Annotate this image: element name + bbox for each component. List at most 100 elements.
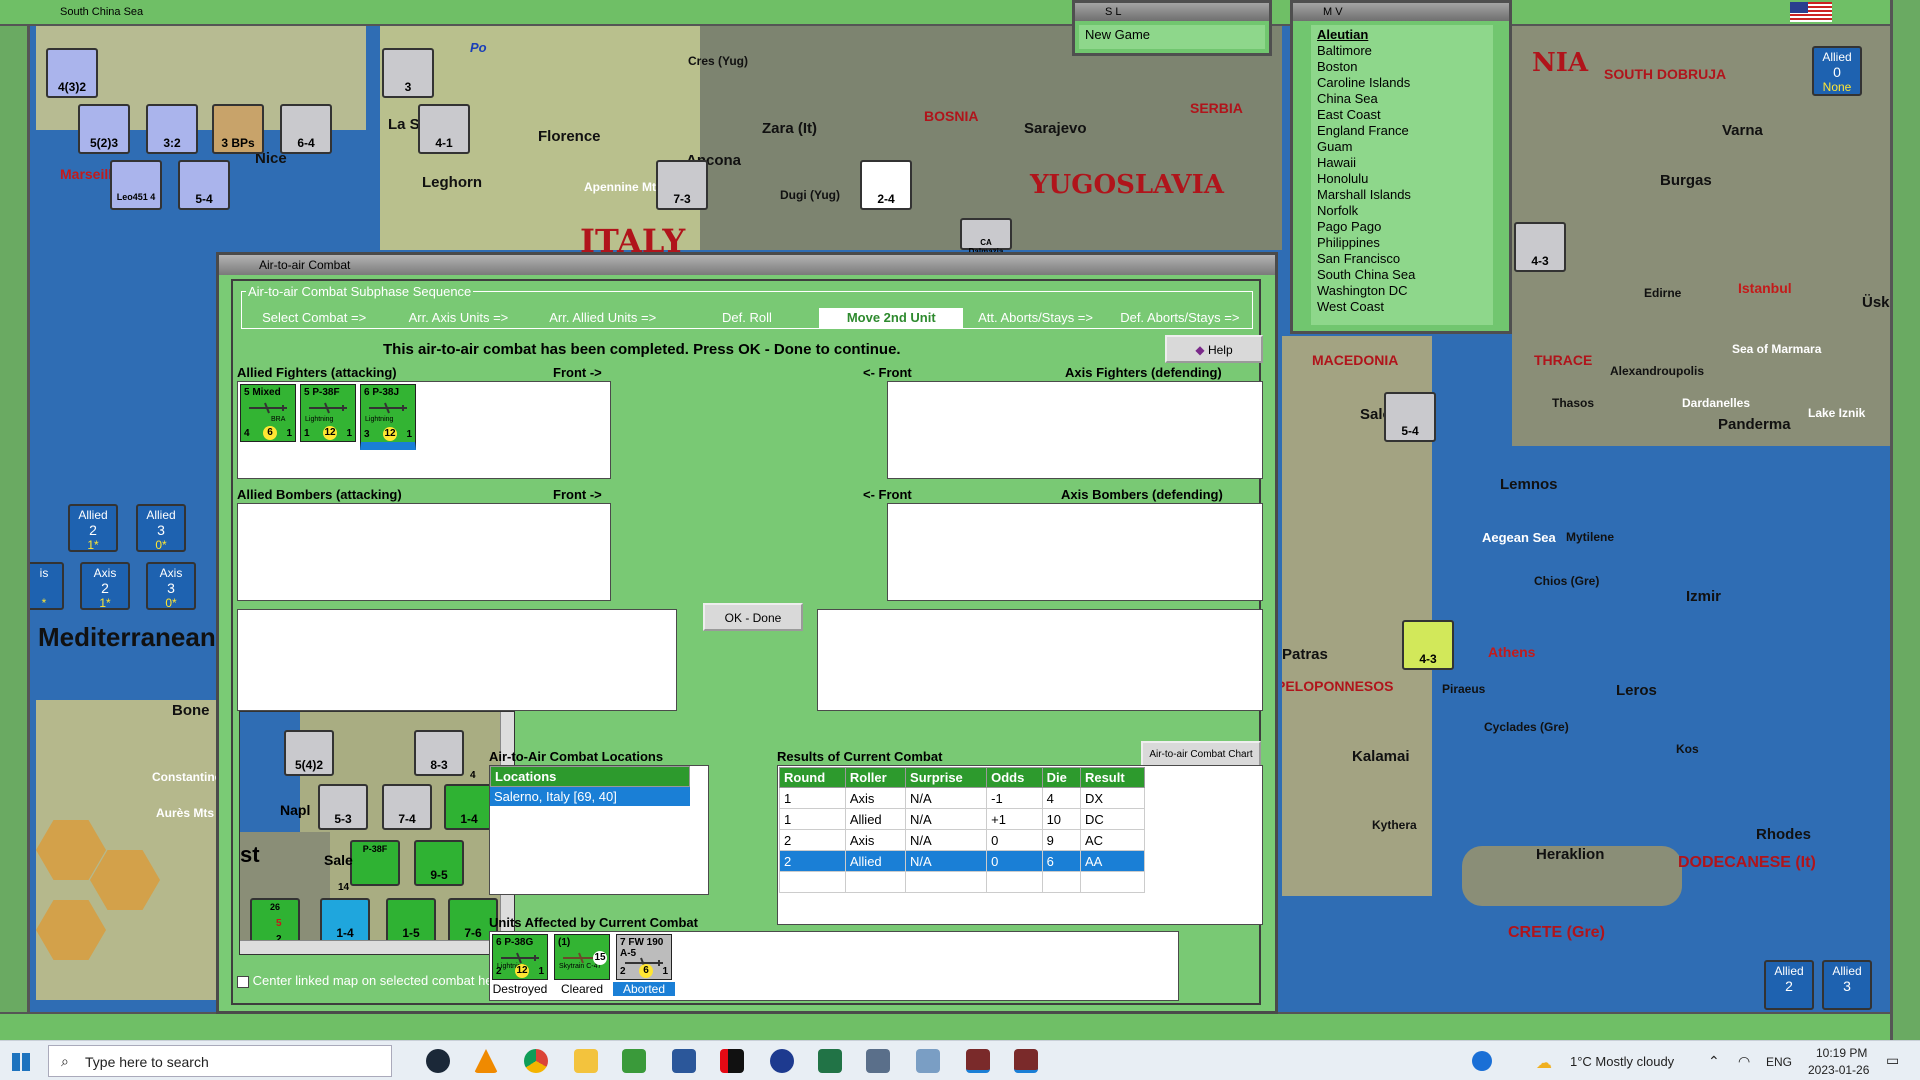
map-counter[interactable]: 3 — [382, 48, 434, 98]
windows-start-icon[interactable] — [12, 1053, 30, 1071]
network-icon[interactable]: ◠ — [1738, 1053, 1750, 1070]
minimap-counter[interactable]: P-38F — [350, 840, 400, 886]
mv-item[interactable]: Baltimore — [1317, 43, 1487, 59]
map-counter[interactable]: 4-1 — [418, 104, 470, 154]
fighter-unit[interactable]: 5 Mixed BRA 4 6 1 — [240, 384, 296, 442]
locations-list[interactable]: Locations Salerno, Italy [69, 40] — [489, 765, 709, 895]
clock-time[interactable]: 10:19 PM — [1816, 1046, 1867, 1060]
mv-item[interactable]: Hawaii — [1317, 155, 1487, 171]
plane-icon — [249, 402, 287, 414]
map-counter[interactable]: 5(2)3 — [78, 104, 130, 154]
minimap-counter[interactable]: 5-3 — [318, 784, 368, 830]
fighter-unit-selected[interactable]: 6 P-38J Lightning 3 12 1 — [360, 384, 416, 450]
help-tray-icon[interactable] — [1472, 1051, 1492, 1071]
axis-bombers-box[interactable] — [887, 503, 1263, 601]
map-counter[interactable]: Leo451 4 — [110, 160, 162, 210]
steam-icon[interactable] — [426, 1049, 450, 1073]
minimap-counter[interactable]: 9-5 — [414, 840, 464, 886]
help-button[interactable]: ◆ Help — [1165, 335, 1263, 363]
map-counter[interactable]: 2-4 — [860, 160, 912, 210]
minimap-counter[interactable]: 1-4 — [320, 898, 370, 944]
mv-item[interactable]: Philippines — [1317, 235, 1487, 251]
map-counter[interactable]: CA Dalmazia — [960, 218, 1012, 256]
map-counter[interactable]: 4(3)2 — [46, 48, 98, 98]
game-icon-2[interactable] — [1014, 1049, 1038, 1073]
axis-fighters-box[interactable] — [887, 381, 1263, 479]
table-row-selected[interactable]: 2 Allied N/A 0 6 AA — [779, 850, 1146, 872]
map-counter[interactable]: 5-4 — [1384, 392, 1436, 442]
calculator-icon[interactable] — [866, 1049, 890, 1073]
map-counter[interactable]: 7-3 — [656, 160, 708, 210]
file-explorer-icon[interactable] — [574, 1049, 598, 1073]
editor-icon[interactable] — [622, 1049, 646, 1073]
map-counter[interactable]: 4-3 — [1402, 620, 1454, 670]
disney-icon[interactable] — [770, 1049, 794, 1073]
excel-icon[interactable] — [818, 1049, 842, 1073]
minimap-counter[interactable]: 8-3 — [414, 730, 464, 776]
weather-text[interactable]: 1°C Mostly cloudy — [1570, 1054, 1674, 1069]
mv-item[interactable]: San Francisco — [1317, 251, 1487, 267]
combat-chart-button[interactable]: Air-to-air Combat Chart — [1141, 741, 1261, 767]
notification-icon[interactable]: ▭ — [1886, 1052, 1899, 1069]
new-game-item[interactable]: New Game — [1085, 27, 1259, 43]
minimap-counter[interactable]: 5(4)2 — [284, 730, 334, 776]
allied-bombers-box[interactable] — [237, 503, 611, 601]
allied-fighters-box[interactable]: 5 Mixed BRA 4 6 1 5 P-38F Lightning 1 12… — [237, 381, 611, 479]
map-counter[interactable]: 6-4 — [280, 104, 332, 154]
linked-minimap[interactable]: 5(4)2 8-3 5-3 7-4 1-4 9-5 1-4 1-5 7-6 P-… — [239, 711, 515, 955]
mv-item[interactable]: Aleutian — [1317, 27, 1487, 43]
mv-item[interactable]: Washington DC — [1317, 283, 1487, 299]
front-right-label-2: Front -> — [553, 487, 602, 502]
table-row[interactable]: 2 Axis N/A 0 9 AC — [779, 829, 1146, 851]
table-row[interactable]: 1 Axis N/A -1 4 DX — [779, 787, 1146, 809]
mv-item[interactable]: South China Sea — [1317, 267, 1487, 283]
mv-item[interactable]: Norfolk — [1317, 203, 1487, 219]
map-counter[interactable]: 3:2 — [146, 104, 198, 154]
minimap-counter[interactable]: 1-4 — [444, 784, 494, 830]
affected-unit[interactable]: 7 FW 190 A-5 2 6 1 — [616, 934, 672, 980]
affected-unit[interactable]: 6 P-38G Lightning 2 12 1 — [492, 934, 548, 980]
affected-unit[interactable]: (1) Skytrain C-47 15 — [554, 934, 610, 980]
units-affected-box[interactable]: 6 P-38G Lightning 2 12 1 Destroyed (1) S… — [489, 931, 1179, 1001]
location-item[interactable]: Salerno, Italy [69, 40] — [490, 787, 690, 806]
weather-icon[interactable]: ☁ — [1536, 1053, 1552, 1073]
unit-top: (1) — [558, 937, 571, 948]
allied-message-box — [237, 609, 677, 711]
unit-sub: BRA — [271, 416, 286, 423]
map-counter[interactable]: 5-4 — [178, 160, 230, 210]
mv-item[interactable]: England France — [1317, 123, 1487, 139]
game-icon[interactable] — [966, 1049, 990, 1073]
mv-item[interactable]: East Coast — [1317, 107, 1487, 123]
clock-date[interactable]: 2023-01-26 — [1808, 1063, 1869, 1077]
mv-item[interactable]: Boston — [1317, 59, 1487, 75]
flag-icon[interactable] — [1790, 2, 1832, 22]
chevron-up-icon[interactable]: ⌃ — [1708, 1053, 1720, 1070]
minimap-counter[interactable]: 26 — [250, 898, 300, 944]
app-window-icon[interactable] — [916, 1049, 940, 1073]
mv-item[interactable]: West Coast — [1317, 299, 1487, 315]
fighter-unit[interactable]: 5 P-38F Lightning 1 12 1 — [300, 384, 356, 442]
language-indicator[interactable]: ENG — [1766, 1055, 1792, 1069]
mv-item[interactable]: Pago Pago — [1317, 219, 1487, 235]
vlc-icon[interactable] — [474, 1049, 498, 1073]
minimap-counter[interactable]: 1-5 — [386, 898, 436, 944]
axis-box: Axis 2 1* — [80, 562, 130, 610]
netflix-icon[interactable] — [720, 1049, 744, 1073]
mv-item[interactable]: Guam — [1317, 139, 1487, 155]
center-link-checkbox-row[interactable]: Center linked map on selected combat hex — [237, 973, 499, 988]
center-link-checkbox[interactable] — [237, 975, 249, 988]
minimap-scrollbar-h[interactable] — [240, 940, 502, 954]
chrome-icon[interactable] — [524, 1049, 548, 1073]
mv-item[interactable]: China Sea — [1317, 91, 1487, 107]
word-icon[interactable] — [672, 1049, 696, 1073]
mv-item[interactable]: Honolulu — [1317, 171, 1487, 187]
map-counter[interactable]: 4-3 — [1514, 222, 1566, 272]
supply-counter[interactable]: 3 BPs — [212, 104, 264, 154]
mv-item[interactable]: Caroline Islands — [1317, 75, 1487, 91]
mv-panel: M V Aleutian Baltimore Boston Caroline I… — [1290, 0, 1512, 334]
ok-done-button[interactable]: OK - Done — [703, 603, 803, 631]
taskbar-search[interactable]: ⌕ Type here to search — [48, 1045, 392, 1077]
table-row[interactable]: 1 Allied N/A +1 10 DC — [779, 808, 1146, 830]
mv-item[interactable]: Marshall Islands — [1317, 187, 1487, 203]
minimap-counter[interactable]: 7-4 — [382, 784, 432, 830]
